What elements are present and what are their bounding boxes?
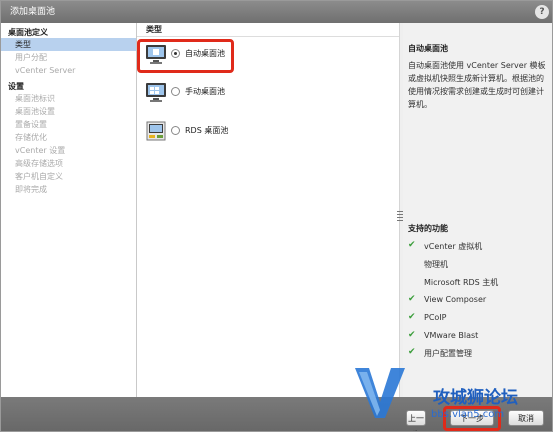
nav-step-vcenter-server[interactable]: vCenter Server bbox=[1, 64, 136, 77]
nav-section-settings: 设置 bbox=[8, 82, 24, 91]
nav-step-user-assignment[interactable]: 用户分配 bbox=[1, 51, 136, 64]
nav-step-pool-settings[interactable]: 桌面池设置 bbox=[1, 105, 136, 118]
dialog-title-bar: 添加桌面池 ? bbox=[1, 1, 552, 23]
prev-button[interactable]: 上一步 bbox=[406, 410, 426, 431]
nav-step-advanced-storage[interactable]: 高级存储选项 bbox=[1, 157, 136, 170]
check-icon: ✔ bbox=[408, 330, 416, 340]
rds-pool-radio[interactable] bbox=[171, 126, 180, 135]
rds-pool-label: RDS 桌面池 bbox=[185, 126, 229, 135]
info-panel: 自动桌面池 自动桌面池使用 vCenter Server 模板或虚拟机快照生成新… bbox=[403, 23, 552, 397]
option-rds-pool[interactable]: RDS 桌面池 bbox=[144, 119, 230, 145]
check-icon: ✔ bbox=[408, 240, 416, 250]
type-panel-title: 类型 bbox=[146, 25, 162, 34]
nav-step-type[interactable]: 类型 bbox=[1, 38, 136, 51]
info-description: 自动桌面池使用 vCenter Server 模板或虚拟机快照生成新计算机。根据… bbox=[408, 61, 546, 109]
nav-step-ready-to-complete[interactable]: 即将完成 bbox=[1, 183, 136, 196]
nav-step-pool-id[interactable]: 桌面池标识 bbox=[1, 92, 136, 105]
add-pool-dialog: 添加桌面池 ? 桌面池定义 类型 用户分配 vCenter Server 设置 … bbox=[0, 0, 553, 432]
dialog-title: 添加桌面池 bbox=[10, 7, 56, 17]
highlight-box-auto-pool bbox=[137, 39, 234, 73]
nav-step-provisioning[interactable]: 置备设置 bbox=[1, 118, 136, 131]
nav-section-pool-definition: 桌面池定义 bbox=[8, 28, 48, 37]
nav-step-vcenter-settings[interactable]: vCenter 设置 bbox=[1, 144, 136, 157]
watermark-url: bbs.vlan5.com bbox=[431, 409, 505, 420]
rds-pool-icon bbox=[146, 121, 166, 141]
type-panel: 类型 自动桌面池 手动桌面池 RDS 桌面池 bbox=[137, 23, 399, 397]
check-icon: ✔ bbox=[408, 312, 416, 322]
manual-pool-radio[interactable] bbox=[171, 87, 180, 96]
watermark-text: 攻城狮论坛 bbox=[433, 388, 518, 408]
manual-pool-icon bbox=[146, 83, 166, 102]
check-icon: ✔ bbox=[408, 347, 416, 357]
watermark-logo-icon bbox=[355, 368, 405, 418]
info-title: 自动桌面池 bbox=[408, 44, 448, 53]
nav-step-guest-customization[interactable]: 客户机自定义 bbox=[1, 170, 136, 183]
divider bbox=[137, 36, 399, 37]
check-icon: ✔ bbox=[408, 294, 416, 304]
cancel-button[interactable]: 取消 bbox=[508, 410, 544, 426]
help-icon[interactable]: ? bbox=[535, 5, 549, 19]
nav-step-storage-optimization[interactable]: 存储优化 bbox=[1, 131, 136, 144]
manual-pool-label: 手动桌面池 bbox=[185, 87, 225, 96]
wizard-nav: 桌面池定义 类型 用户分配 vCenter Server 设置 桌面池标识 桌面… bbox=[1, 23, 137, 397]
features-title: 支持的功能 bbox=[408, 224, 448, 233]
option-manual-pool[interactable]: 手动桌面池 bbox=[144, 80, 230, 106]
